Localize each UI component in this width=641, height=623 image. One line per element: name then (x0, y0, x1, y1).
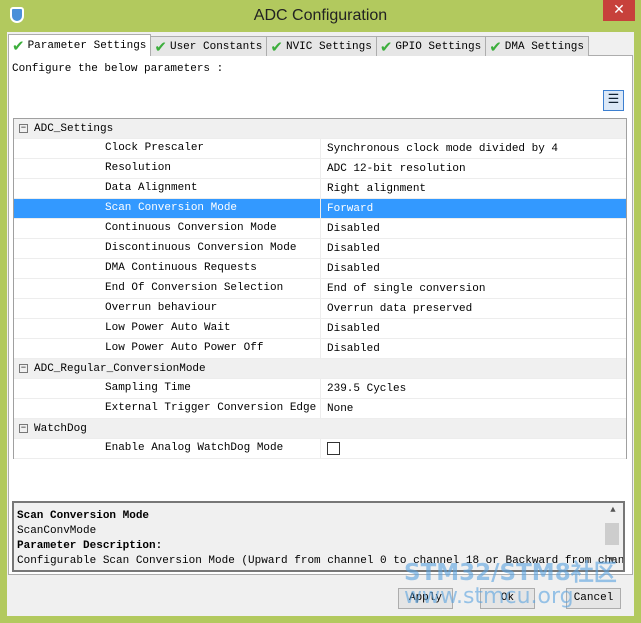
description-text: Configurable Scan Conversion Mode (Upwar… (17, 555, 625, 567)
watchdog-checkbox[interactable] (327, 441, 340, 455)
parameter-value[interactable]: End of single conversion (321, 283, 485, 295)
parameter-value[interactable]: 239.5 Cycles (321, 383, 406, 395)
scroll-up-icon[interactable]: ▲ (605, 503, 621, 518)
parameter-row[interactable]: Low Power Auto Wait Disabled (14, 319, 626, 339)
window-title: ADC Configuration (253, 7, 388, 24)
description-heading: Parameter Description: (17, 540, 163, 552)
parameter-tree: − ADC_Settings Clock Prescaler Synchronous … (13, 118, 627, 459)
parameter-name: End Of Conversion Selection (14, 279, 321, 298)
parameter-name: DMA Continuous Requests (14, 259, 321, 278)
parameter-name: Scan Conversion Mode (14, 199, 321, 218)
scroll-thumb[interactable] (605, 523, 619, 545)
parameter-value[interactable]: Overrun data preserved (321, 303, 472, 315)
parameter-name: Low Power Auto Power Off (14, 339, 321, 358)
group-row[interactable]: − ADC_Settings (14, 119, 626, 139)
scroll-down-icon[interactable]: ▼ (605, 553, 619, 568)
check-icon: ✔ (270, 37, 283, 56)
parameter-value[interactable]: Synchronous clock mode divided by 4 (321, 143, 558, 155)
parameter-row[interactable]: Sampling Time 239.5 Cycles (14, 379, 626, 399)
tab-parameter-settings[interactable]: ✔ Parameter Settings (8, 34, 152, 56)
parameter-row[interactable]: Discontinuous Conversion Mode Disabled (14, 239, 626, 259)
app-icon (10, 7, 24, 23)
parameter-value[interactable]: Forward (321, 203, 373, 215)
description-panel: Scan Conversion Mode ScanConvMode Parame… (12, 501, 625, 572)
check-icon: ✔ (154, 37, 167, 56)
parameter-name: External Trigger Conversion Edge (14, 399, 321, 418)
tab-dma-settings[interactable]: ✔ DMA Settings (485, 36, 590, 56)
parameter-name: Data Alignment (14, 179, 321, 198)
parameter-value[interactable]: ADC 12-bit resolution (321, 163, 466, 175)
parameter-name: Overrun behaviour (14, 299, 321, 318)
close-button[interactable]: ✕ (603, 0, 635, 21)
parameter-row[interactable]: Clock Prescaler Synchronous clock mode di… (14, 139, 626, 159)
tab-label: NVIC Settings (285, 40, 372, 53)
parameter-row[interactable]: Overrun behaviour Overrun data preserved (14, 299, 626, 319)
parameter-row[interactable]: Data Alignment Right alignment (14, 179, 626, 199)
parameter-value[interactable]: None (321, 403, 353, 415)
parameter-name: Continuous Conversion Mode (14, 219, 321, 238)
parameter-row[interactable]: DMA Continuous Requests Disabled (14, 259, 626, 279)
collapse-icon[interactable]: − (19, 124, 28, 133)
check-icon: ✔ (12, 36, 25, 55)
parameter-name: Resolution (14, 159, 321, 178)
group-label: ADC_Settings (34, 122, 114, 135)
title-bar: ADC Configuration ✕ (0, 0, 641, 32)
parameter-value[interactable]: Disabled (321, 263, 380, 275)
parameter-name: Discontinuous Conversion Mode (14, 239, 321, 258)
collapse-icon[interactable]: − (19, 364, 28, 373)
parameter-value[interactable]: Disabled (321, 243, 380, 255)
parameter-value[interactable]: Disabled (321, 223, 380, 235)
parameter-name: Enable Analog WatchDog Mode (14, 439, 321, 458)
tab-label: GPIO Settings (395, 40, 482, 53)
parameter-row[interactable]: Resolution ADC 12-bit resolution (14, 159, 626, 179)
group-row[interactable]: − WatchDog (14, 419, 626, 439)
tab-label: DMA Settings (504, 40, 585, 53)
group-row[interactable]: − ADC_Regular_ConversionMode (14, 359, 626, 379)
group-label: WatchDog (34, 422, 87, 435)
tab-label: Parameter Settings (27, 39, 147, 52)
intro-text: Configure the below parameters : (12, 63, 224, 75)
parameter-value[interactable]: Disabled (321, 323, 380, 335)
cancel-button[interactable]: Cancel (566, 588, 621, 609)
tab-nvic-settings[interactable]: ✔ NVIC Settings (266, 36, 377, 56)
parameter-value[interactable]: Right alignment (321, 183, 426, 195)
parameter-row[interactable]: Enable Analog WatchDog Mode (14, 439, 626, 459)
group-label: ADC_Regular_ConversionMode (34, 362, 206, 375)
description-id: ScanConvMode (17, 525, 97, 537)
ok-button[interactable]: Ok (480, 588, 535, 609)
parameter-name: Sampling Time (14, 379, 321, 398)
check-icon: ✔ (489, 37, 502, 56)
description-scrollbar[interactable]: ▲ ▼ (605, 503, 621, 570)
parameter-name: Clock Prescaler (14, 139, 321, 158)
parameter-row[interactable]: End Of Conversion Selection End of single… (14, 279, 626, 299)
parameter-row[interactable]: External Trigger Conversion Edge None (14, 399, 626, 419)
tab-label: User Constants (169, 40, 263, 53)
tab-user-constants[interactable]: ✔ User Constants (150, 36, 268, 56)
parameter-row[interactable]: Low Power Auto Power Off Disabled (14, 339, 626, 359)
list-icon: ☰ (607, 92, 620, 107)
check-icon: ✔ (379, 37, 393, 56)
list-view-button[interactable]: ☰ (603, 90, 624, 111)
tab-gpio-settings[interactable]: ✔ GPIO Settings (375, 36, 487, 56)
collapse-icon[interactable]: − (19, 424, 28, 433)
parameter-row[interactable]: Continuous Conversion Mode Disabled (14, 219, 626, 239)
parameter-name: Low Power Auto Wait (14, 319, 321, 338)
tab-bar: ✔ Parameter Settings ✔ User Constants ✔ NVIC … (8, 34, 590, 56)
parameter-row[interactable]: Scan Conversion Mode Forward (14, 199, 626, 219)
apply-button[interactable]: Apply (398, 588, 453, 609)
parameter-value[interactable]: Disabled (321, 343, 380, 355)
description-title: Scan Conversion Mode (17, 510, 150, 522)
